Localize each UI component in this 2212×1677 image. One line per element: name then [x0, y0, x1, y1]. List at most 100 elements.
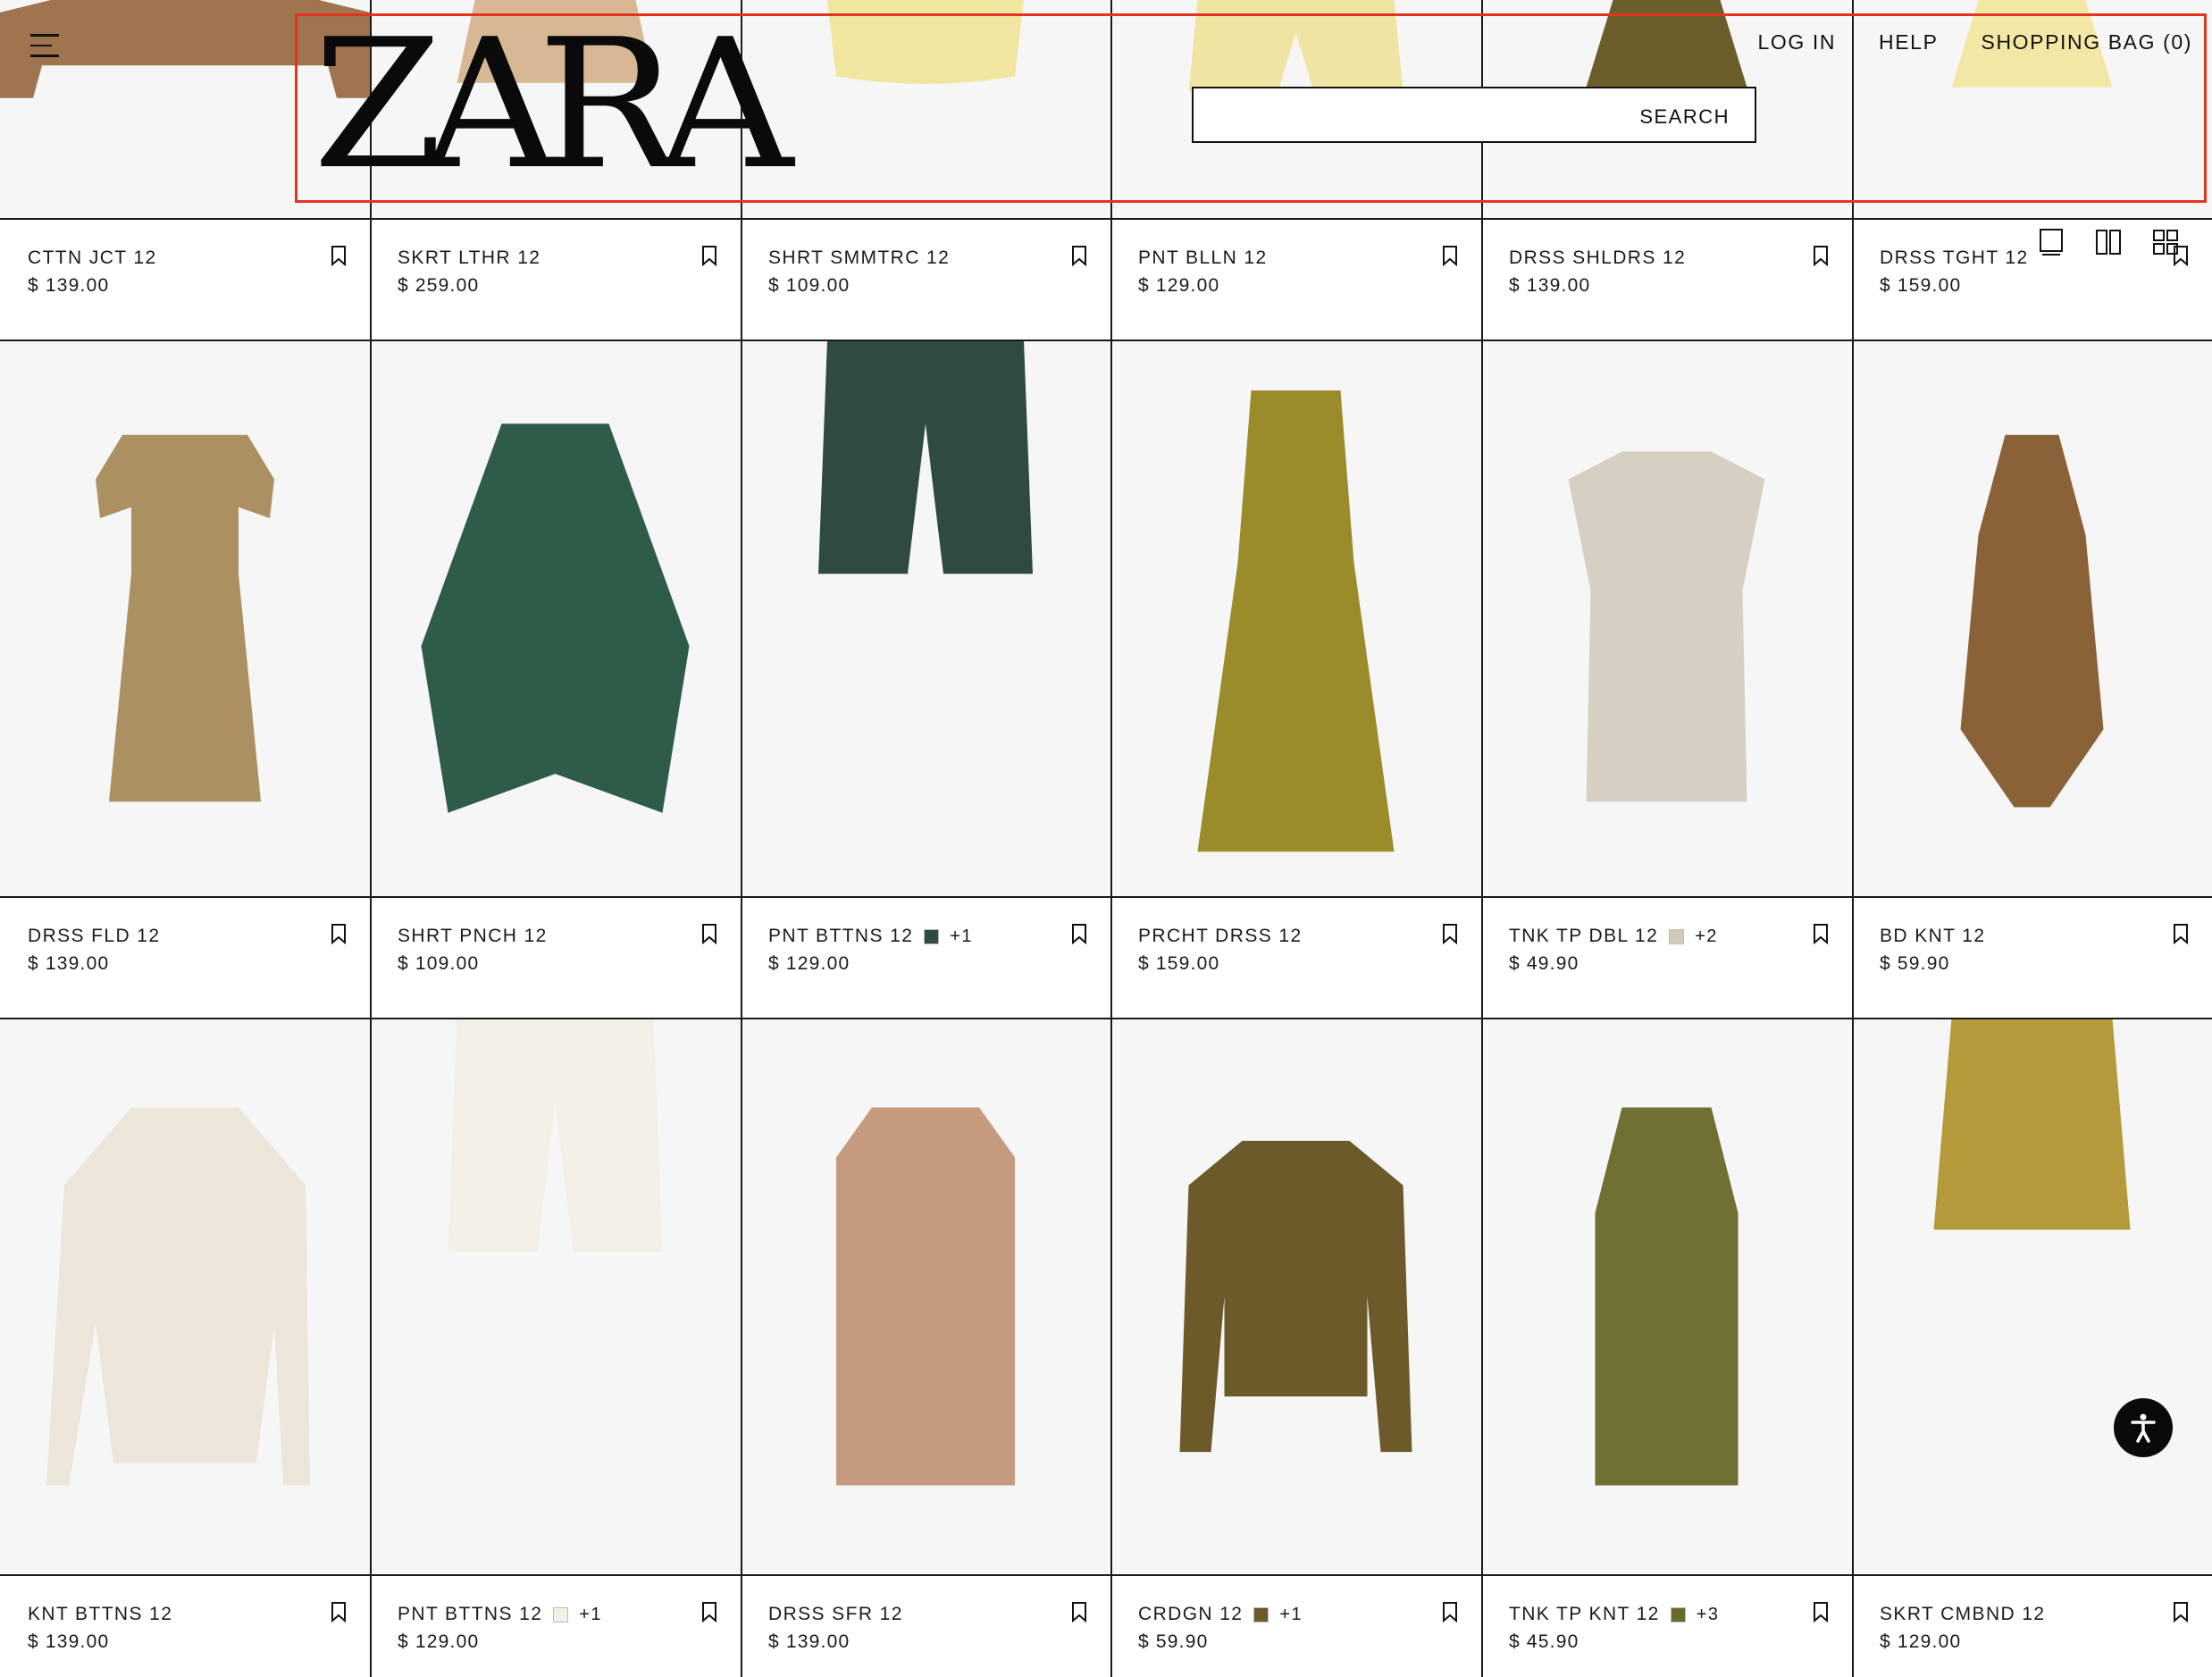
color-swatch[interactable]	[924, 928, 940, 944]
product-price: $ 109.00	[768, 275, 850, 296]
zara-logo[interactable]: ZARA	[313, 16, 793, 195]
product-name[interactable]: DRSS SHLDRS 12	[1509, 247, 1686, 269]
color-swatch[interactable]	[1670, 1606, 1686, 1622]
product-name[interactable]: DRSS FLD 12	[28, 926, 160, 947]
garment-shape	[421, 423, 690, 813]
product-name[interactable]: DRSS SFR 12	[768, 1604, 903, 1625]
search-input[interactable]	[1204, 96, 1615, 135]
product-name[interactable]: SHRT PNCH 12	[398, 926, 548, 947]
product-name-text: SKRT LTHR 12	[398, 247, 541, 268]
product-card-info[interactable]: TNK TP KNT 12 +3 $ 45.90	[1481, 1574, 1852, 1677]
product-card-info[interactable]: PRCHT DRSS 12 $ 159.00	[1110, 896, 1481, 1018]
product-image[interactable]	[1481, 340, 1852, 896]
product-card-info[interactable]: SKRT LTHR 12 $ 259.00	[370, 218, 741, 340]
product-image[interactable]	[741, 340, 1110, 896]
product-name[interactable]: PNT BTTNS 12 +1	[768, 926, 973, 947]
bookmark-icon[interactable]	[1813, 1601, 1829, 1622]
product-card-info[interactable]: DRSS SFR 12 $ 139.00	[741, 1574, 1110, 1677]
bookmark-icon[interactable]	[1442, 923, 1458, 944]
product-image[interactable]	[1852, 340, 2212, 896]
bookmark-icon[interactable]	[1442, 245, 1458, 266]
product-image[interactable]	[741, 1019, 1110, 1574]
product-name[interactable]: SHRT SMMTRC 12	[768, 247, 950, 269]
product-card-info[interactable]: SKRT CMBND 12 $ 129.00	[1852, 1574, 2212, 1677]
bookmark-icon[interactable]	[1071, 1601, 1087, 1622]
product-name[interactable]: SKRT LTHR 12	[398, 247, 540, 269]
product-card-info[interactable]: CTTN JCT 12 $ 139.00	[0, 218, 370, 340]
product-card-info[interactable]: PNT BTTNS 12 +1 $ 129.00	[741, 896, 1110, 1018]
help-link[interactable]: HELP	[1879, 30, 1938, 55]
product-image[interactable]	[1852, 1019, 2212, 1574]
product-name[interactable]: KNT BTTNS 12	[28, 1604, 172, 1625]
bookmark-icon[interactable]	[701, 245, 717, 266]
product-name-text: PNT BTTNS 12	[768, 926, 914, 946]
grid-divider	[0, 1574, 2212, 1576]
color-swatch[interactable]	[1669, 928, 1685, 944]
bookmark-icon[interactable]	[2173, 1601, 2189, 1622]
search-box[interactable]: SEARCH	[1192, 87, 1756, 143]
bookmark-icon[interactable]	[1071, 923, 1087, 944]
color-swatch[interactable]	[553, 1606, 569, 1622]
product-image[interactable]	[370, 340, 741, 896]
product-image[interactable]	[1481, 1019, 1852, 1574]
product-name-text: PRCHT DRSS 12	[1138, 926, 1303, 946]
product-image[interactable]	[741, 0, 1110, 218]
product-card-info[interactable]: PNT BLLN 12 $ 129.00	[1110, 218, 1481, 340]
accessibility-icon[interactable]	[2114, 1398, 2173, 1457]
bookmark-icon[interactable]	[2173, 923, 2189, 944]
login-link[interactable]: LOG IN	[1757, 30, 1836, 55]
product-image[interactable]	[0, 340, 370, 896]
product-card-info[interactable]: CRDGN 12 +1 $ 59.90	[1110, 1574, 1481, 1677]
product-price: $ 159.00	[1138, 953, 1220, 974]
product-image[interactable]	[1110, 1019, 1481, 1574]
product-card-info[interactable]: SHRT SMMTRC 12 $ 109.00	[741, 218, 1110, 340]
product-name[interactable]: DRSS TGHT 12	[1880, 247, 2029, 269]
bookmark-icon[interactable]	[701, 923, 717, 944]
shopping-bag-link[interactable]: SHOPPING BAG (0)	[1982, 30, 2192, 55]
bookmark-icon[interactable]	[701, 1601, 717, 1622]
product-card-info[interactable]: DRSS SHLDRS 12 $ 139.00	[1481, 218, 1852, 340]
product-name[interactable]: TNK TP DBL 12 +2	[1509, 926, 1718, 947]
garment-shape	[1595, 1107, 1739, 1486]
product-card-info[interactable]: SHRT PNCH 12 $ 109.00	[370, 896, 741, 1018]
product-card-info[interactable]: KNT BTTNS 12 $ 139.00	[0, 1574, 370, 1677]
product-name-text: KNT BTTNS 12	[28, 1604, 173, 1624]
product-name-text: SHRT SMMTRC 12	[768, 247, 951, 268]
bookmark-icon[interactable]	[331, 245, 347, 266]
product-name[interactable]: BD KNT 12	[1880, 926, 1985, 947]
product-price: $ 139.00	[28, 953, 110, 974]
bookmark-icon[interactable]	[331, 1601, 347, 1622]
product-price: $ 109.00	[398, 953, 480, 974]
product-name[interactable]: PNT BLLN 12	[1138, 247, 1268, 269]
product-card-info[interactable]: TNK TP DBL 12 +2 $ 49.90	[1481, 896, 1852, 1018]
product-card-info[interactable]: DRSS FLD 12 $ 139.00	[0, 896, 370, 1018]
product-name[interactable]: PNT BTTNS 12 +1	[398, 1604, 602, 1625]
bookmark-icon[interactable]	[1813, 245, 1829, 266]
product-image[interactable]	[0, 1019, 370, 1574]
product-name[interactable]: TNK TP KNT 12 +3	[1509, 1604, 1719, 1625]
garment-shape	[1568, 451, 1765, 802]
product-card-info[interactable]: PNT BTTNS 12 +1 $ 129.00	[370, 1574, 741, 1677]
menu-icon[interactable]	[30, 34, 59, 57]
bookmark-icon[interactable]	[331, 923, 347, 944]
product-name-text: PNT BTTNS 12	[398, 1604, 543, 1624]
product-image[interactable]	[370, 1019, 741, 1574]
product-name[interactable]: PRCHT DRSS 12	[1138, 926, 1303, 947]
product-price: $ 139.00	[1509, 275, 1591, 296]
more-colors-count: +1	[950, 926, 973, 946]
color-swatch[interactable]	[1253, 1606, 1269, 1622]
grid-divider	[1852, 0, 1854, 1677]
product-name[interactable]: CTTN JCT 12	[28, 247, 157, 269]
bookmark-icon[interactable]	[1071, 245, 1087, 266]
product-image[interactable]	[1110, 340, 1481, 896]
bookmark-icon[interactable]	[2173, 245, 2189, 266]
search-label[interactable]: SEARCH	[1639, 105, 1730, 129]
product-name[interactable]: SKRT CMBND 12	[1880, 1604, 2045, 1625]
bookmark-icon[interactable]	[1442, 1601, 1458, 1622]
product-card-info[interactable]: BD KNT 12 $ 59.90	[1852, 896, 2212, 1018]
product-price: $ 139.00	[28, 1631, 110, 1652]
garment-image	[1595, 1107, 1739, 1486]
product-name[interactable]: CRDGN 12 +1	[1138, 1604, 1303, 1625]
bookmark-icon[interactable]	[1813, 923, 1829, 944]
product-card-info[interactable]: DRSS TGHT 12 $ 159.00	[1852, 218, 2212, 340]
